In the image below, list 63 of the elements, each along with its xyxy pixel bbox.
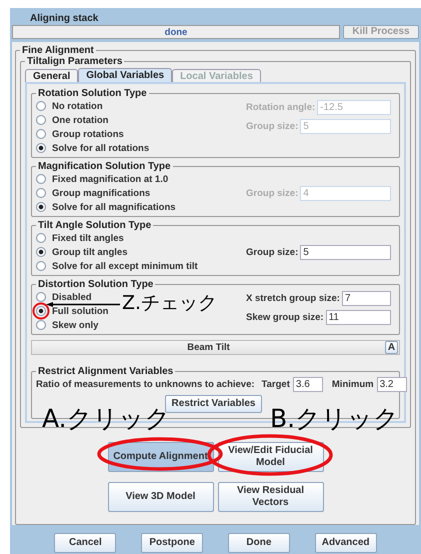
beam-tilt-label: Beam Tilt	[186, 342, 231, 353]
footer-button[interactable]: Done	[228, 533, 290, 553]
radio-label: Disabled	[52, 292, 92, 302]
radio-button[interactable]	[36, 202, 46, 212]
field-label: Rotation angle:	[246, 102, 316, 113]
ratio-label: Ratio of measurements to unknowns to achieve:	[36, 379, 255, 390]
radio-label: Group rotations	[52, 128, 124, 140]
footer-button[interactable]: Cancel	[54, 533, 116, 553]
section-title: Restrict Alignment Variables	[37, 366, 174, 377]
radio-button[interactable]	[36, 101, 46, 111]
radio-label: Solve for all magnifications	[52, 202, 176, 212]
status-display: done	[12, 25, 340, 39]
radio-button[interactable]	[36, 188, 46, 198]
radio-label: Group tilt angles	[52, 246, 128, 258]
input-field[interactable]: 11	[326, 310, 391, 325]
radio-button[interactable]	[36, 174, 46, 184]
stack-title: Aligning stack	[29, 12, 100, 25]
radio-label: Full solution	[52, 306, 108, 316]
section-title: Tilt Angle Solution Type	[37, 220, 152, 231]
section-title: Magnification Solution Type	[37, 161, 172, 172]
action-button[interactable]: View 3D Model	[108, 482, 214, 512]
tab[interactable]: Global Variables	[78, 68, 172, 82]
footer-button[interactable]: Postpone	[141, 533, 204, 553]
tab[interactable]: General	[25, 69, 78, 82]
input-field[interactable]: 5	[300, 244, 391, 260]
target-field[interactable]: 3.6	[292, 377, 323, 392]
radio-label: Solve for all rotations	[52, 142, 150, 154]
target-label: Target	[262, 379, 290, 390]
field-label: Skew group size:	[246, 312, 324, 323]
radio-button[interactable]	[36, 261, 46, 271]
radio-label: No rotation	[52, 100, 103, 112]
restrict-variables-button[interactable]: Restrict Variables	[164, 395, 262, 413]
radio-label: Skew only	[52, 320, 98, 330]
action-button[interactable]: View/Edit Fiducial Model	[218, 442, 324, 472]
radio-label: One rotation	[52, 114, 108, 126]
field-label: Group size:	[246, 188, 298, 198]
radio-label: Fixed magnification at 1.0	[52, 174, 168, 184]
field-label: X stretch group size:	[246, 293, 340, 304]
annotation-label: Z.チェック	[122, 294, 218, 313]
radio-button[interactable]	[36, 129, 46, 139]
field-label: Group size:	[246, 121, 298, 132]
field-label: Group size:	[246, 246, 298, 258]
footer-button[interactable]: Advanced	[314, 533, 377, 553]
fine-alignment-title: Fine Alignment	[21, 45, 95, 56]
minimum-label: Minimum	[332, 379, 374, 390]
radio-label: Group magnifications	[52, 188, 150, 198]
advanced-toggle-button[interactable]: A	[385, 341, 398, 354]
minimum-field[interactable]: 3.2	[376, 377, 407, 392]
radio-button[interactable]	[36, 306, 46, 316]
section-title: Distortion Solution Type	[37, 279, 154, 290]
annotation-label: B.クリック	[270, 406, 400, 431]
radio-button[interactable]	[36, 233, 46, 243]
radio-button[interactable]	[36, 320, 46, 330]
section-title: Rotation Solution Type	[37, 88, 148, 99]
radio-button[interactable]	[36, 143, 46, 153]
radio-label: Fixed tilt angles	[52, 232, 124, 244]
tiltalign-title: Tiltalign Parameters	[26, 56, 124, 67]
input-field[interactable]: 7	[342, 291, 391, 306]
radio-button[interactable]	[36, 115, 46, 125]
radio-label: Solve for all except minimum tilt	[52, 260, 198, 272]
action-button[interactable]: View Residual Vectors	[218, 482, 324, 512]
radio-button[interactable]	[36, 292, 46, 302]
radio-button[interactable]	[36, 247, 46, 257]
